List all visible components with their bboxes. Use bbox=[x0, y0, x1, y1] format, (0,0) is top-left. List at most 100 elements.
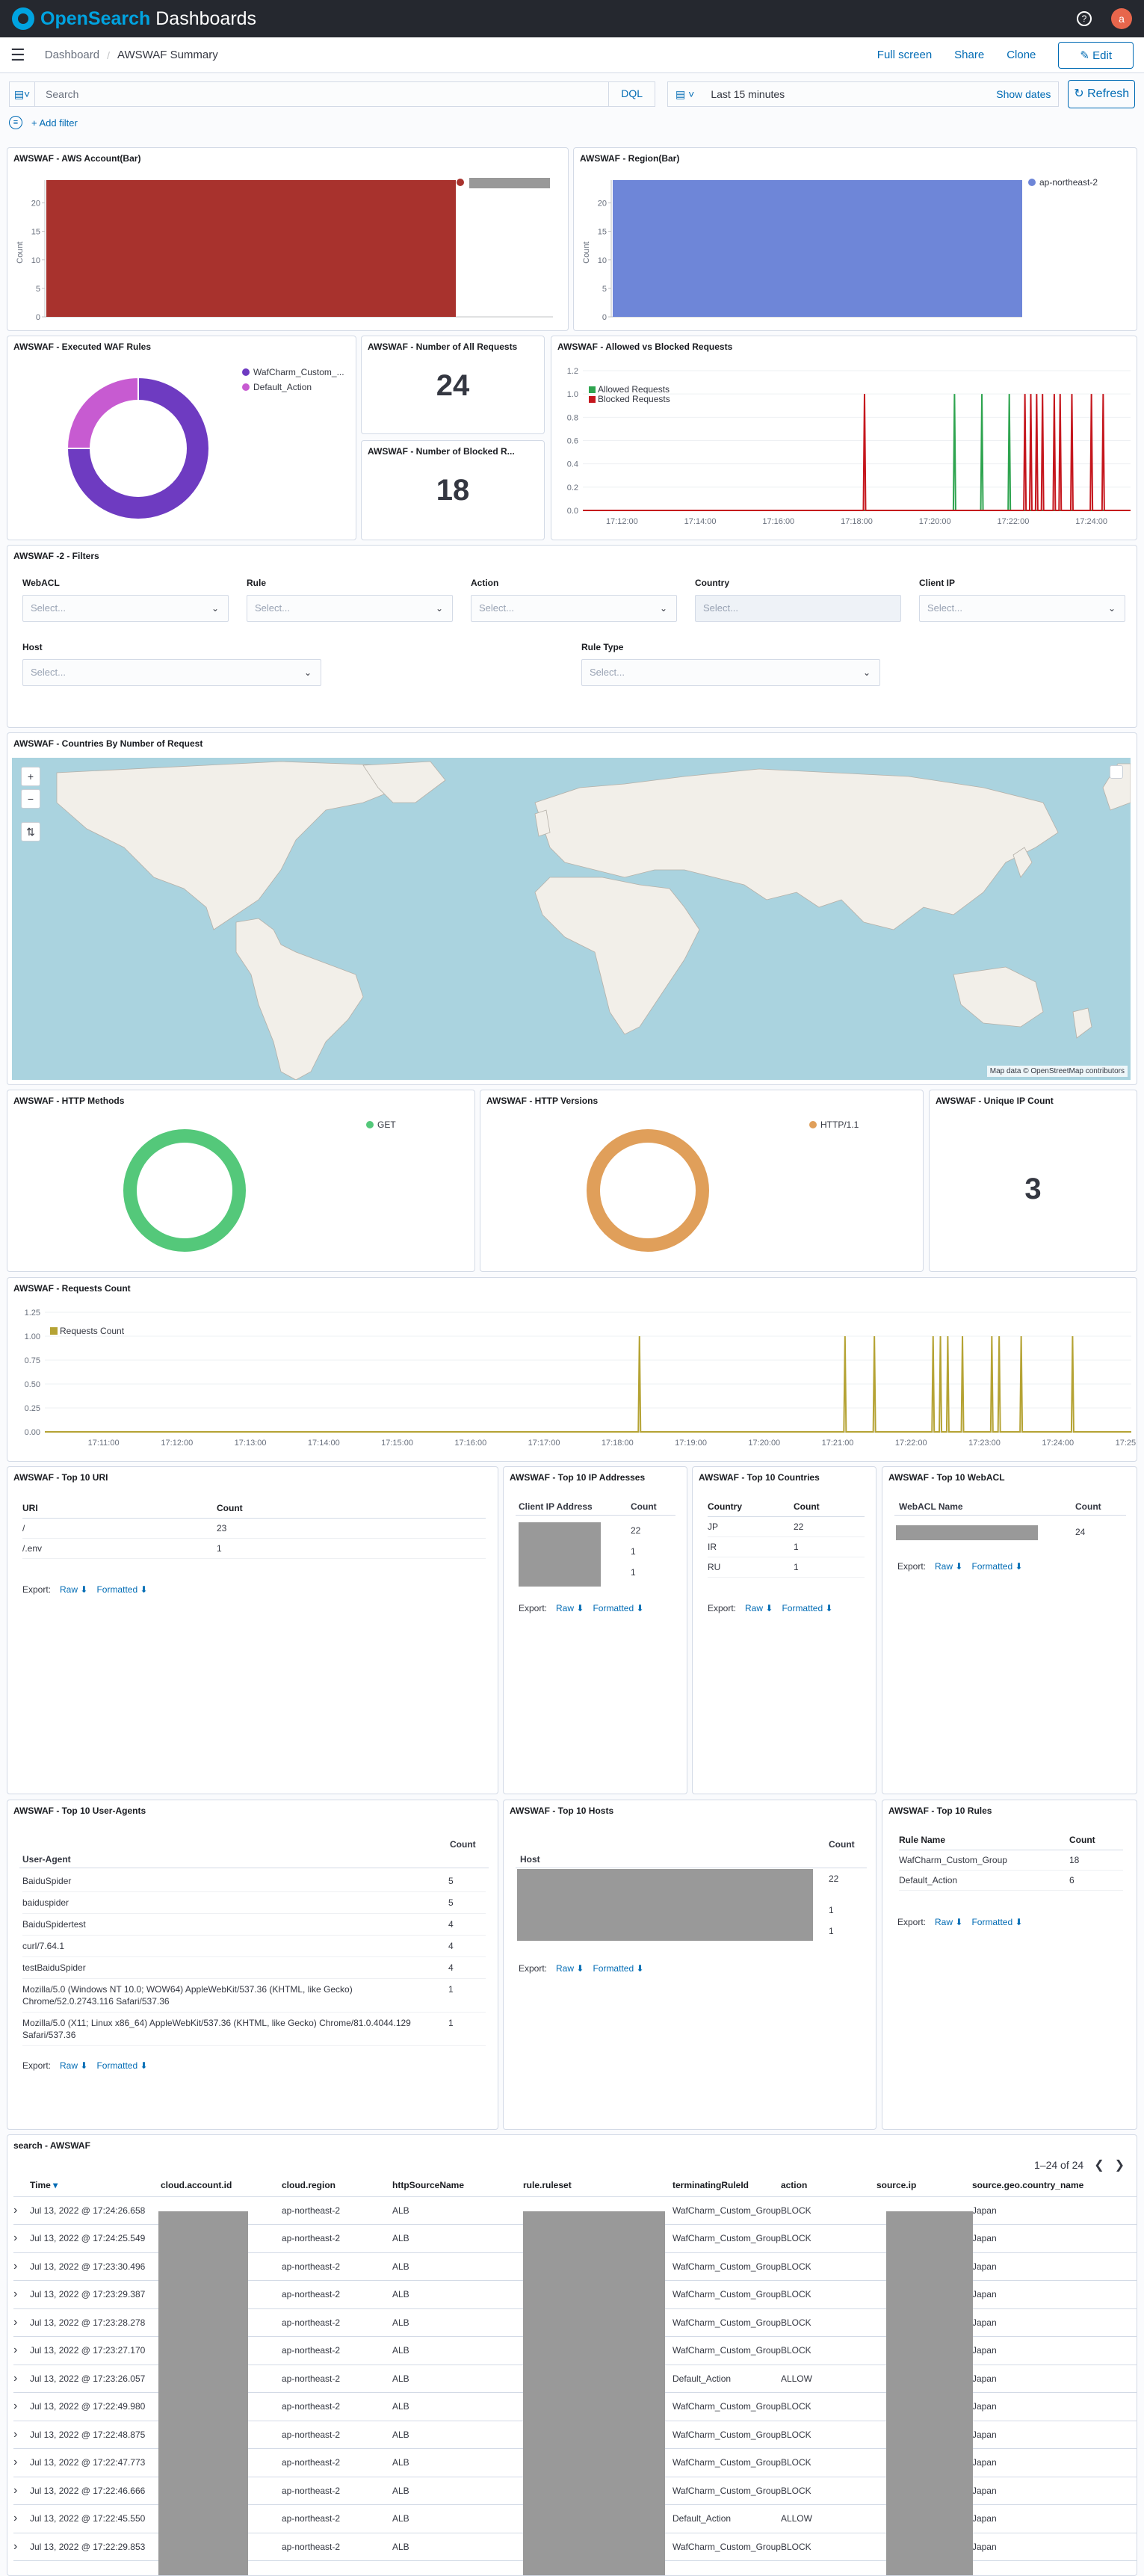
export-formatted-link[interactable]: Formatted bbox=[971, 1917, 1012, 1927]
cell-expand[interactable]: › bbox=[13, 2477, 30, 2505]
cell-expand[interactable]: › bbox=[13, 2280, 30, 2309]
avatar[interactable]: a bbox=[1111, 8, 1132, 29]
select-action[interactable]: Select... ⌄ bbox=[471, 595, 677, 622]
map-layer-toggle[interactable] bbox=[1110, 765, 1123, 779]
col-rule-ruleset[interactable]: rule.ruleset bbox=[523, 2174, 673, 2197]
col-count[interactable]: Count bbox=[794, 1497, 865, 1517]
col-source-ip[interactable]: source.ip bbox=[876, 2174, 972, 2197]
col-terminating-rule-id[interactable]: terminatingRuleId bbox=[673, 2174, 781, 2197]
col-time[interactable]: Time ▾ bbox=[30, 2174, 161, 2197]
export-formatted-link[interactable]: Formatted bbox=[593, 1603, 634, 1613]
clone-button[interactable]: Clone bbox=[1007, 49, 1036, 61]
hamburger-menu-icon[interactable]: ☰ bbox=[10, 46, 25, 65]
cell-expand[interactable]: › bbox=[13, 2224, 30, 2253]
cell-expand[interactable]: › bbox=[13, 2252, 30, 2281]
breadcrumb-dashboard[interactable]: Dashboard bbox=[45, 49, 99, 61]
placeholder: Select... bbox=[703, 602, 738, 614]
share-button[interactable]: Share bbox=[954, 49, 984, 61]
export-formatted-link[interactable]: Formatted bbox=[593, 1963, 634, 1974]
export-formatted-link[interactable]: Formatted bbox=[96, 2060, 137, 2071]
select-webacl[interactable]: Select... ⌄ bbox=[22, 595, 229, 622]
calendar-icon[interactable]: ▤ ˅ bbox=[675, 88, 694, 101]
help-icon[interactable]: ? bbox=[1077, 11, 1092, 26]
cell-source-name: ALB bbox=[392, 2392, 523, 2421]
dql-toggle[interactable]: DQL bbox=[608, 81, 655, 107]
donut-slice-1[interactable] bbox=[66, 376, 139, 449]
export-raw-link[interactable]: Raw bbox=[60, 2060, 78, 2071]
donut-slice-0[interactable] bbox=[123, 1129, 246, 1252]
filter-options-icon[interactable]: ≡ bbox=[9, 116, 22, 129]
col-cloud-region[interactable]: cloud.region bbox=[282, 2174, 392, 2197]
export-raw-link[interactable]: Raw bbox=[935, 1561, 953, 1572]
cell-expand[interactable]: › bbox=[13, 2448, 30, 2477]
col-cloud-account-id[interactable]: cloud.account.id bbox=[161, 2174, 282, 2197]
col-count[interactable]: Count bbox=[450, 1839, 476, 1850]
col-count[interactable]: Count bbox=[631, 1501, 657, 1512]
add-filter-button[interactable]: + Add filter bbox=[31, 117, 78, 129]
zoom-in-button[interactable]: + bbox=[21, 767, 40, 786]
col-user-agent[interactable]: User-Agent bbox=[22, 1854, 71, 1865]
saved-queries-button[interactable]: ▤˅ bbox=[9, 81, 36, 107]
export-raw-link[interactable]: Raw bbox=[556, 1603, 574, 1613]
cell-time: Jul 13, 2022 @ 17:22:46.666 bbox=[30, 2477, 161, 2505]
col-uri[interactable]: URI bbox=[22, 1498, 217, 1519]
cell-expand[interactable]: › bbox=[13, 2504, 30, 2533]
cell-expand[interactable]: › bbox=[13, 2365, 30, 2393]
select-client-ip[interactable]: Select... ⌄ bbox=[919, 595, 1125, 622]
export-raw-link[interactable]: Raw bbox=[745, 1603, 763, 1613]
export-raw-link[interactable]: Raw bbox=[60, 1584, 78, 1595]
export-formatted-link[interactable]: Formatted bbox=[971, 1561, 1012, 1572]
export-raw-link[interactable]: Raw bbox=[935, 1917, 953, 1927]
search-input[interactable]: Search DQL bbox=[35, 81, 656, 107]
breadcrumb-current: AWSWAF Summary bbox=[117, 49, 218, 61]
export-raw-link[interactable]: Raw bbox=[556, 1963, 574, 1974]
edit-button[interactable]: ✎ Edit bbox=[1058, 41, 1134, 69]
cell-expand[interactable]: › bbox=[13, 2421, 30, 2449]
bar-account[interactable] bbox=[46, 180, 456, 317]
col-http-source-name[interactable]: httpSourceName bbox=[392, 2174, 523, 2197]
zoom-out-button[interactable]: − bbox=[21, 789, 40, 809]
cell-expand[interactable]: › bbox=[13, 2196, 30, 2225]
redacted-webacl-name bbox=[896, 1525, 1038, 1540]
legend-marker bbox=[1028, 179, 1036, 186]
col-rule-name[interactable]: Rule Name bbox=[899, 1830, 1069, 1850]
export-formatted-link[interactable]: Formatted bbox=[96, 1584, 137, 1595]
fit-bounds-button[interactable]: ⇅ bbox=[21, 822, 40, 841]
col-count[interactable]: Count bbox=[1069, 1830, 1123, 1850]
cell-expand[interactable]: › bbox=[13, 2308, 30, 2337]
col-host[interactable]: Host bbox=[520, 1854, 540, 1865]
col-count[interactable]: Count bbox=[217, 1498, 486, 1519]
opensearch-logo[interactable]: OpenSearch Dashboards bbox=[12, 7, 256, 30]
sort-down-icon[interactable]: ▾ bbox=[53, 2180, 58, 2190]
refresh-button[interactable]: ↻ Refresh bbox=[1068, 80, 1135, 108]
world-map[interactable]: + − ⇅ Map data © OpenStreetMap contribut… bbox=[12, 758, 1131, 1080]
select-rule[interactable]: Select... ⌄ bbox=[247, 595, 453, 622]
cell-terminating-rule: WafCharm_Custom_Group bbox=[673, 2336, 781, 2365]
col-client-ip[interactable]: Client IP Address bbox=[519, 1501, 593, 1512]
select-country[interactable]: Select... bbox=[695, 595, 901, 622]
cell-expand[interactable]: › bbox=[13, 2392, 30, 2421]
col-country[interactable]: Country bbox=[708, 1497, 794, 1517]
cell-time: Jul 13, 2022 @ 17:23:26.057 bbox=[30, 2365, 161, 2393]
col-count[interactable]: Count bbox=[1075, 1501, 1101, 1512]
col-action[interactable]: action bbox=[780, 2174, 876, 2197]
label-rule-type: Rule Type bbox=[581, 642, 624, 652]
col-source-geo-country[interactable]: source.geo.country_name bbox=[971, 2174, 1137, 2197]
col-webacl-name[interactable]: WebACL Name bbox=[899, 1501, 963, 1512]
col-count[interactable]: Count bbox=[829, 1839, 855, 1850]
donut-slice-0[interactable] bbox=[587, 1129, 709, 1252]
chevron-right-icon[interactable]: ❯ bbox=[1115, 2158, 1125, 2172]
cell-expand[interactable]: › bbox=[13, 2533, 30, 2561]
export-formatted-link[interactable]: Formatted bbox=[782, 1603, 823, 1613]
full-screen-button[interactable]: Full screen bbox=[877, 49, 932, 61]
select-rule-type[interactable]: Select... ⌄ bbox=[581, 659, 880, 686]
cell-expand[interactable]: › bbox=[13, 2336, 30, 2365]
date-picker[interactable]: ▤ ˅ Last 15 minutes Show dates bbox=[667, 81, 1060, 107]
chevron-left-icon[interactable]: ❮ bbox=[1094, 2158, 1104, 2172]
show-dates-button[interactable]: Show dates bbox=[996, 88, 1051, 100]
series-line-1[interactable] bbox=[583, 394, 1131, 511]
series-line-0[interactable] bbox=[583, 394, 1131, 511]
select-host[interactable]: Select... ⌄ bbox=[22, 659, 321, 686]
y-tick-label: 1.00 bbox=[25, 1332, 40, 1341]
bar-region[interactable] bbox=[613, 180, 1022, 317]
